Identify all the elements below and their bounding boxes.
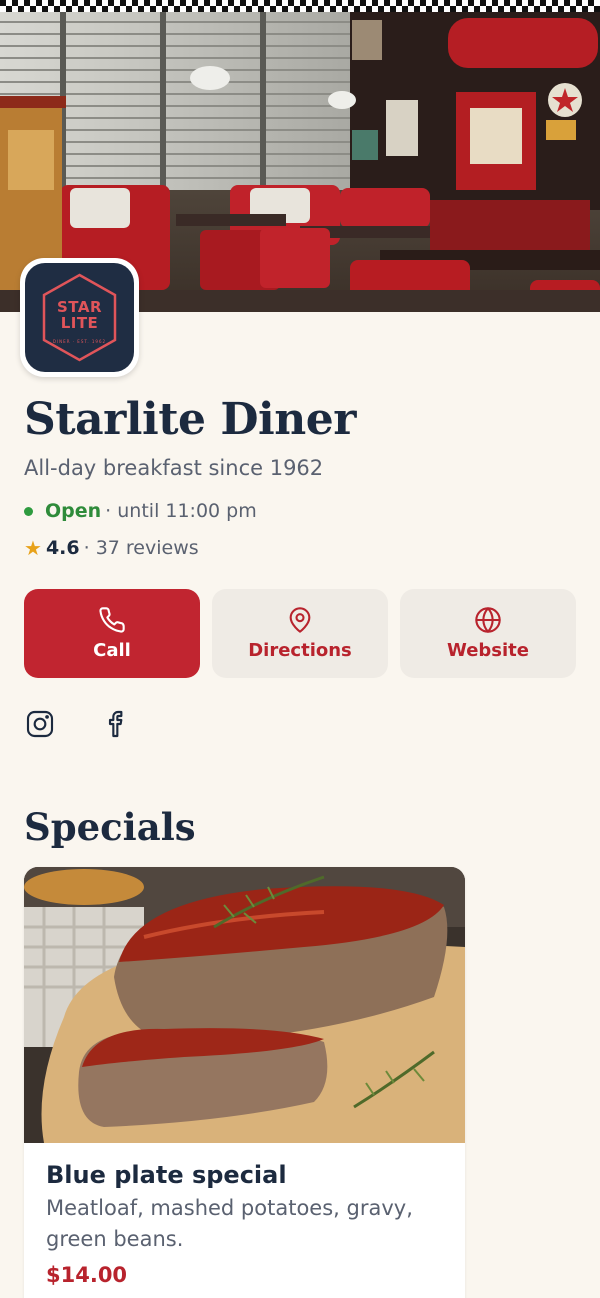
social-links xyxy=(24,708,132,740)
special-card-body: Blue plate special Meatloaf, mashed pota… xyxy=(24,1143,465,1298)
open-status-label: Open xyxy=(45,500,102,522)
checkered-border xyxy=(0,0,600,12)
action-buttons: Call Directions Website xyxy=(24,589,576,678)
website-button[interactable]: Website xyxy=(400,589,576,678)
rating-value: 4.6 xyxy=(45,537,80,559)
review-count: · 37 reviews xyxy=(83,537,199,559)
instagram-icon[interactable] xyxy=(24,708,56,740)
star-icon: ★ xyxy=(24,536,42,560)
directions-button[interactable]: Directions xyxy=(212,589,388,678)
open-status-dot xyxy=(24,506,33,516)
logo-badge: STAR LITE DINER · EST. 1962 xyxy=(25,263,134,372)
globe-icon xyxy=(475,607,501,633)
meatloaf-photo xyxy=(24,867,465,1143)
special-description: Meatloaf, mashed potatoes, gravy, green … xyxy=(46,1196,413,1251)
directions-label: Directions xyxy=(248,640,352,661)
logo-line-1: STAR xyxy=(56,297,103,316)
special-price: $14.00 xyxy=(46,1263,128,1287)
logo-subtext: DINER · EST. 1962 xyxy=(52,339,107,344)
rating: ★ 4.6 · 37 reviews xyxy=(24,535,199,561)
call-button[interactable]: Call xyxy=(24,589,200,678)
restaurant-tagline: All-day breakfast since 1962 xyxy=(24,456,324,480)
logo-line-2: LITE xyxy=(60,313,99,332)
special-card[interactable]: Blue plate special Meatloaf, mashed pota… xyxy=(24,867,465,1298)
special-title: Blue plate special xyxy=(46,1161,287,1189)
logo-wordmark: STAR LITE xyxy=(57,299,102,331)
hours-text: · until 11:00 pm xyxy=(105,500,257,522)
website-label: Website xyxy=(446,640,529,661)
call-label: Call xyxy=(93,640,131,661)
specials-heading: Specials xyxy=(24,805,196,849)
restaurant-name: Starlite Diner xyxy=(24,394,356,445)
map-pin-icon xyxy=(289,607,311,633)
phone-icon xyxy=(99,607,125,633)
facebook-icon[interactable] xyxy=(100,708,132,740)
restaurant-logo: STAR LITE DINER · EST. 1962 xyxy=(20,258,139,377)
open-status: Open · until 11:00 pm xyxy=(24,498,257,524)
